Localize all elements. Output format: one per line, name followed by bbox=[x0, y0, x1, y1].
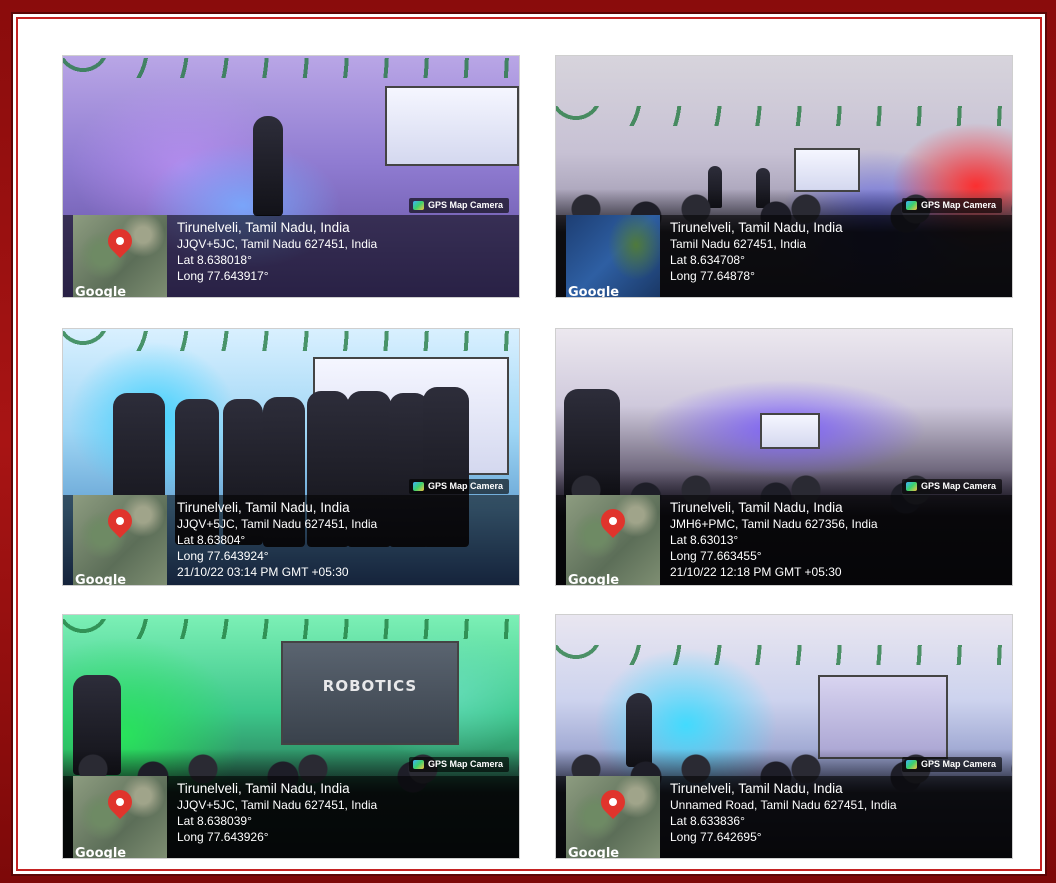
gps-map-camera-badge: GPS Map Camera bbox=[901, 479, 1002, 494]
address-line: JJQV+5JC, Tamil Nadu 627451, India bbox=[177, 237, 378, 251]
projector-screen: ROBOTICS bbox=[281, 641, 459, 745]
latitude: Lat 8.633836° bbox=[670, 814, 745, 828]
longitude: Long 77.643926° bbox=[177, 830, 269, 844]
projector-screen bbox=[794, 148, 860, 192]
gps-map-camera-badge: GPS Map Camera bbox=[901, 757, 1002, 772]
map-pin-icon bbox=[103, 224, 137, 258]
mini-map: Google bbox=[73, 215, 167, 297]
gps-info-panel: Google Tirunelveli, Tamil Nadu, India Ta… bbox=[556, 215, 1012, 297]
projector-screen bbox=[818, 675, 948, 759]
google-watermark: Google bbox=[568, 285, 620, 297]
camera-app-icon bbox=[412, 482, 424, 491]
city-line: Tirunelveli, Tamil Nadu, India bbox=[177, 500, 350, 515]
geotagged-photo-6: GPS Map Camera Google Tirunelveli, Tamil… bbox=[555, 614, 1013, 859]
city-line: Tirunelveli, Tamil Nadu, India bbox=[670, 781, 843, 796]
gps-info-panel: Google Tirunelveli, Tamil Nadu, India JJ… bbox=[63, 495, 519, 585]
map-pin-icon bbox=[103, 504, 137, 538]
photo-collage: GPS Map Camera Google Tirunelveli, Tamil… bbox=[11, 12, 1047, 876]
longitude: Long 77.643917° bbox=[177, 269, 269, 283]
gps-map-camera-badge: GPS Map Camera bbox=[408, 757, 509, 772]
mini-map: Google bbox=[566, 495, 660, 585]
camera-app-icon bbox=[905, 482, 917, 491]
latitude: Lat 8.63013° bbox=[670, 533, 739, 547]
latitude: Lat 8.638018° bbox=[177, 253, 252, 267]
mini-map: Google bbox=[566, 776, 660, 858]
location-text: Tirunelveli, Tamil Nadu, India Tamil Nad… bbox=[670, 220, 1008, 284]
projector-screen bbox=[385, 86, 519, 166]
google-watermark: Google bbox=[568, 573, 620, 585]
mini-map: Google bbox=[566, 215, 660, 297]
longitude: Long 77.64878° bbox=[670, 269, 755, 283]
city-line: Tirunelveli, Tamil Nadu, India bbox=[670, 220, 843, 235]
timestamp: 21/10/22 12:18 PM GMT +05:30 bbox=[670, 565, 842, 579]
geotagged-photo-3: GPS Map Camera Google Tirunelveli, Tamil… bbox=[62, 328, 520, 586]
longitude: Long 77.643924° bbox=[177, 549, 269, 563]
camera-app-icon bbox=[905, 760, 917, 769]
garland-decoration bbox=[63, 331, 519, 351]
city-line: Tirunelveli, Tamil Nadu, India bbox=[177, 220, 350, 235]
garland-decoration bbox=[63, 619, 519, 639]
gps-map-camera-badge: GPS Map Camera bbox=[901, 198, 1002, 213]
camera-app-icon bbox=[412, 201, 424, 210]
address-line: JJQV+5JC, Tamil Nadu 627451, India bbox=[177, 798, 378, 812]
garland-decoration bbox=[63, 58, 519, 78]
map-pin-icon bbox=[103, 785, 137, 819]
geotagged-photo-4: GPS Map Camera Google Tirunelveli, Tamil… bbox=[555, 328, 1013, 586]
address-line: Unnamed Road, Tamil Nadu 627451, India bbox=[670, 798, 897, 812]
screen-title: ROBOTICS bbox=[322, 677, 418, 695]
latitude: Lat 8.638039° bbox=[177, 814, 252, 828]
google-watermark: Google bbox=[75, 573, 127, 585]
location-text: Tirunelveli, Tamil Nadu, India Unnamed R… bbox=[670, 781, 1008, 845]
map-pin-icon bbox=[596, 504, 630, 538]
camera-app-icon bbox=[905, 201, 917, 210]
location-text: Tirunelveli, Tamil Nadu, India JJQV+5JC,… bbox=[177, 500, 515, 580]
longitude: Long 77.663455° bbox=[670, 549, 762, 563]
longitude: Long 77.642695° bbox=[670, 830, 762, 844]
gps-info-panel: Google Tirunelveli, Tamil Nadu, India JJ… bbox=[63, 776, 519, 858]
latitude: Lat 8.634708° bbox=[670, 253, 745, 267]
geotagged-photo-1: GPS Map Camera Google Tirunelveli, Tamil… bbox=[62, 55, 520, 298]
gps-map-camera-badge: GPS Map Camera bbox=[408, 479, 509, 494]
latitude: Lat 8.63804° bbox=[177, 533, 246, 547]
gps-info-panel: Google Tirunelveli, Tamil Nadu, India Un… bbox=[556, 776, 1012, 858]
google-watermark: Google bbox=[75, 846, 127, 858]
geotagged-photo-2: GPS Map Camera Google Tirunelveli, Tamil… bbox=[555, 55, 1013, 298]
gps-info-panel: Google Tirunelveli, Tamil Nadu, India JJ… bbox=[63, 215, 519, 297]
google-watermark: Google bbox=[75, 285, 127, 297]
gps-map-camera-badge: GPS Map Camera bbox=[408, 198, 509, 213]
map-pin-icon bbox=[596, 785, 630, 819]
gps-info-panel: Google Tirunelveli, Tamil Nadu, India JM… bbox=[556, 495, 1012, 585]
camera-app-icon bbox=[412, 760, 424, 769]
location-text: Tirunelveli, Tamil Nadu, India JJQV+5JC,… bbox=[177, 220, 515, 284]
google-watermark: Google bbox=[568, 846, 620, 858]
address-line: JJQV+5JC, Tamil Nadu 627451, India bbox=[177, 517, 378, 531]
address-line: Tamil Nadu 627451, India bbox=[670, 237, 807, 251]
city-line: Tirunelveli, Tamil Nadu, India bbox=[177, 781, 350, 796]
garland-decoration bbox=[556, 645, 1012, 665]
mini-map: Google bbox=[73, 495, 167, 585]
presenter-figure bbox=[253, 116, 283, 216]
mini-map: Google bbox=[73, 776, 167, 858]
timestamp: 21/10/22 03:14 PM GMT +05:30 bbox=[177, 565, 349, 579]
projector-screen bbox=[760, 413, 820, 449]
location-text: Tirunelveli, Tamil Nadu, India JJQV+5JC,… bbox=[177, 781, 515, 845]
city-line: Tirunelveli, Tamil Nadu, India bbox=[670, 500, 843, 515]
location-text: Tirunelveli, Tamil Nadu, India JMH6+PMC,… bbox=[670, 500, 1008, 580]
geotagged-photo-5: ROBOTICS GPS Map Camera Google Tirunelve… bbox=[62, 614, 520, 859]
address-line: JMH6+PMC, Tamil Nadu 627356, India bbox=[670, 517, 878, 531]
garland-decoration bbox=[556, 106, 1012, 126]
